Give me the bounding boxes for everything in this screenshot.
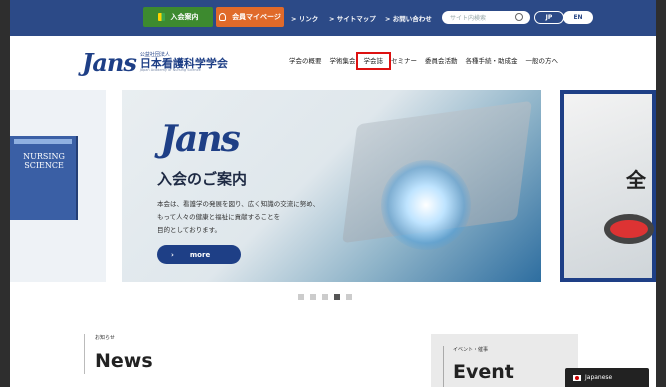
link-link[interactable]: > リンク [291,13,318,23]
carousel-dot[interactable] [322,294,328,300]
more-button[interactable]: › more [157,245,241,264]
event-heading: Event [453,361,514,383]
globe-graphic [381,160,471,250]
journal-cover-image: NURSING SCIENCE [10,136,78,220]
nav-public[interactable]: 一般の方へ [522,56,563,66]
lang-jp-button[interactable]: JP [534,11,564,24]
language-selector[interactable]: Japanese [565,368,649,387]
news-label: お知らせ [95,335,115,341]
search-icon[interactable] [515,13,523,21]
main-nav: 学会の概要 学術集会 学会誌 セミナー 委員会活動 各種手続・助成金 一般の方へ [285,52,563,70]
news-heading: News [95,350,153,372]
top-bar: 入会案内 会員マイページ > リンク > サイトマップ > お問い合わせ サイト… [10,0,656,36]
contact-link[interactable]: > お問い合わせ [385,13,432,23]
logo-en-name: Japan Academy of Nursing Science [139,67,201,72]
mypage-label: 会員マイページ [232,13,281,21]
hero-carousel: NURSING SCIENCE Jans 入会のご案内 本会は、看護学の発展を図… [10,90,656,300]
hero-logo-mark: Jans [160,118,241,160]
join-button[interactable]: 入会案内 [143,7,213,27]
nav-committee[interactable]: 委員会活動 [421,56,462,66]
slide-current[interactable]: Jans 入会のご案内 本会は、看護学の発展を図り、広く知識の交流に努め、 もっ… [122,90,541,282]
carousel-dot-active[interactable] [334,294,340,300]
event-section: イベント・催事 Event [431,334,578,387]
hero-title: 入会のご案内 [157,170,248,188]
search-placeholder: サイト内検索 [450,15,487,22]
hero-description: 本会は、看護学の発展を図り、広く知識の交流に努め、 もって人々の健康と福祉に貢献… [157,198,377,237]
slide-next[interactable]: 全 [560,90,656,282]
hero-desc-line: もって人々の健康と福祉に貢献することを [157,213,281,221]
language-label: Japanese [585,374,613,381]
user-icon [219,13,227,21]
journal-cover-title: NURSING SCIENCE [23,152,65,170]
nav-procedures[interactable]: 各種手続・助成金 [462,56,522,66]
nav-seminar[interactable]: セミナー [387,56,421,66]
nav-conference[interactable]: 学術集会 [326,56,360,66]
slide-next-text: 全 [626,168,646,192]
more-label: more [189,250,211,259]
japan-flag-icon [573,374,581,381]
mypage-button[interactable]: 会員マイページ [216,7,284,27]
page: 入会案内 会員マイページ > リンク > サイトマップ > お問い合わせ サイト… [10,0,656,387]
sitemap-link[interactable]: > サイトマップ [329,13,376,23]
chevron-right-icon: › [171,250,174,259]
hero-desc-line: 目的としております。 [157,226,221,234]
slide-prev[interactable]: NURSING SCIENCE [10,90,106,282]
hero-desc-line: 本会は、看護学の発展を図り、広く知識の交流に努め、 [157,200,320,208]
carousel-dot[interactable] [298,294,304,300]
event-label: イベント・催事 [453,347,489,353]
logo-mark: Jans [82,48,137,77]
nav-about[interactable]: 学会の概要 [285,56,326,66]
news-divider [84,334,85,374]
stethoscope-image [604,214,654,244]
beginner-mark-icon [157,13,165,21]
join-label: 入会案内 [170,13,199,21]
site-logo[interactable]: Jans 公益社団法人 日本看護科学学会 Japan Academy of Nu… [82,48,228,77]
carousel-pagination [298,294,352,300]
carousel-dot[interactable] [310,294,316,300]
search-input[interactable]: サイト内検索 [442,11,530,24]
carousel-dot[interactable] [346,294,352,300]
lang-en-button[interactable]: EN [563,11,593,24]
nav-journal[interactable]: 学会誌 [355,52,391,70]
